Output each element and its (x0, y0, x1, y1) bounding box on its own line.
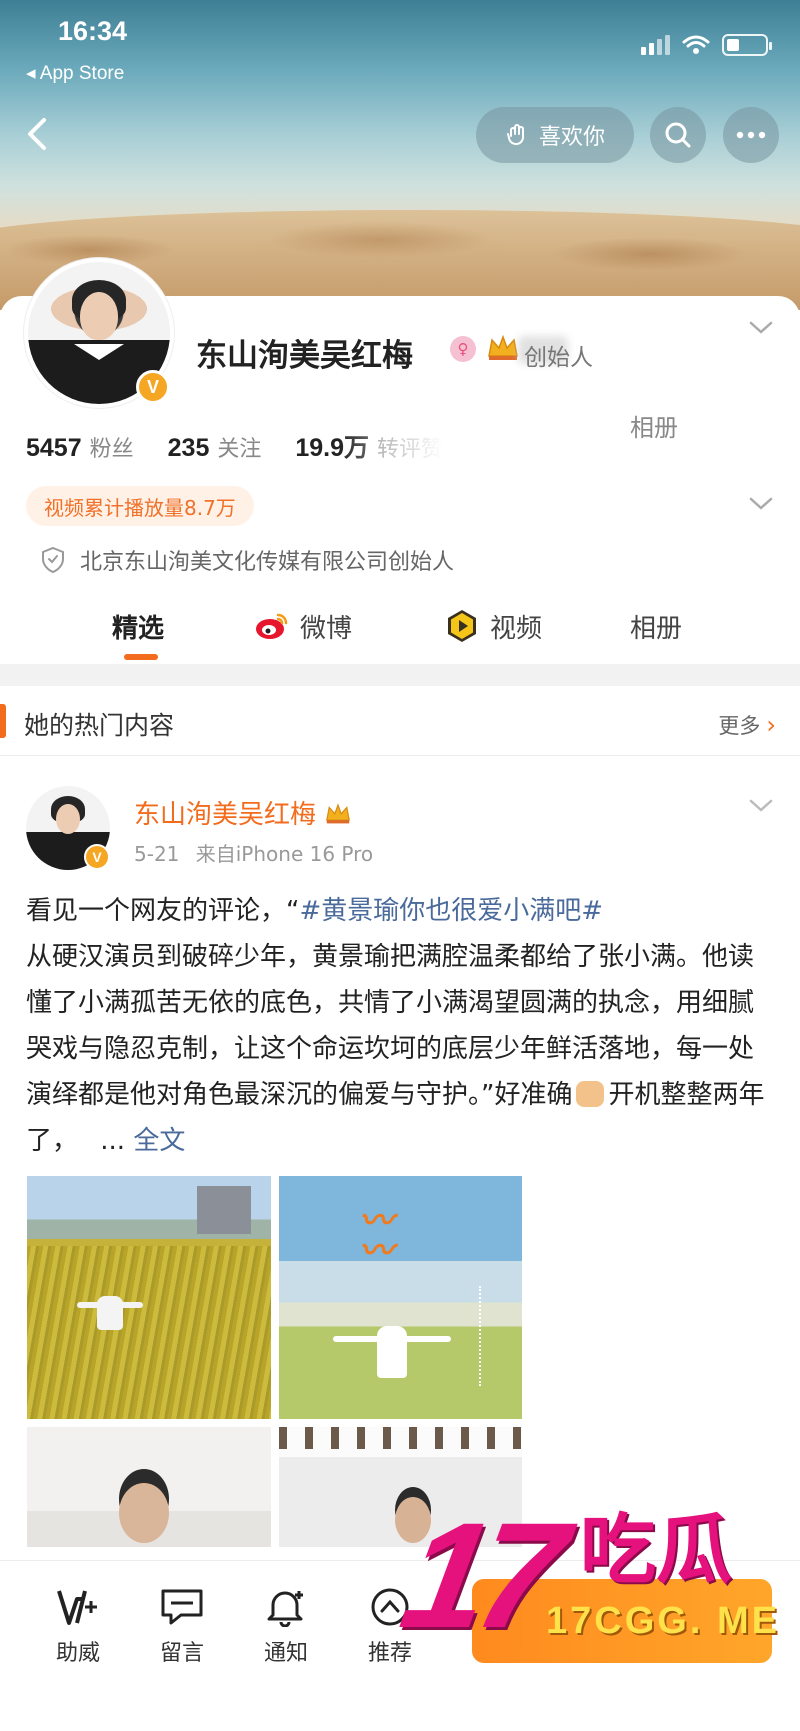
bottom-label: 通知 (263, 1641, 308, 1666)
tab-album[interactable]: 相册 (630, 596, 682, 656)
verified-badge-icon: V (136, 370, 170, 404)
post-text-intro: 看见一个网友的评论，“ (26, 896, 300, 926)
post-image-field[interactable] (27, 1176, 271, 1419)
notify-button[interactable]: 通知 (246, 1587, 326, 1667)
tab-featured[interactable]: 精选 (112, 596, 164, 656)
chevron-down-icon[interactable] (748, 494, 774, 514)
poster-calligraphy: 〰〰 (359, 1201, 393, 1271)
signal-icon (641, 35, 670, 55)
shield-icon (42, 546, 64, 574)
post-author-name: 东山洵美吴红梅 (134, 800, 317, 830)
bottom-label: 助威 (55, 1641, 100, 1666)
verification-row: 北京东山洵美文化传媒有限公司创始人 (40, 544, 454, 576)
wifi-icon (682, 35, 710, 54)
stat-interactions[interactable]: 19.9万 转评赞 (295, 428, 443, 464)
stat-following[interactable]: 235 关注 (168, 431, 262, 463)
profile-stats: 5457 粉丝 235 关注 19.9万 转评赞 (26, 428, 443, 464)
tab-label: 相册 (630, 613, 683, 644)
watermark-logo: 17 (391, 1491, 568, 1659)
stat-label: 粉丝 (89, 437, 134, 462)
more-link[interactable]: 更多 › (718, 710, 776, 740)
album-link[interactable]: 相册 (630, 408, 678, 443)
comment-icon (161, 1589, 203, 1625)
like-you-button[interactable]: 喜欢你 (476, 107, 634, 163)
crown-icon (326, 802, 350, 823)
bell-icon (267, 1591, 303, 1627)
post-source: 来自iPhone 16 Pro (195, 842, 374, 866)
video-plays-badge[interactable]: 视频累计播放量8.7万 (26, 486, 254, 526)
fist-emoji-icon (576, 1081, 605, 1107)
post-author[interactable]: 东山洵美吴红梅 (134, 794, 352, 831)
stat-label: 关注 (217, 437, 262, 462)
post-text: 看见一个网友的评论，“#黄景瑜你也很爱小满吧# 从硬汉演员到破碎少年，黄景瑜把满… (26, 888, 778, 1164)
weibo-icon (256, 613, 288, 639)
search-icon (665, 122, 691, 148)
status-back-app[interactable]: ◂ App Store (26, 62, 124, 85)
more-label: 更多 (718, 714, 761, 738)
tab-label: 视频 (490, 613, 543, 644)
status-back-label: App Store (39, 63, 125, 84)
chevron-down-icon[interactable] (748, 796, 774, 816)
tab-weibo[interactable]: 微博 (254, 596, 352, 656)
watermark-url: 17CGG. ME (546, 1600, 780, 1642)
chevron-left-icon (28, 118, 46, 150)
hand-heart-icon (506, 124, 524, 146)
stat-fans[interactable]: 5457 粉丝 (26, 431, 134, 463)
stat-value: 235 (167, 434, 210, 462)
post-image-poster[interactable]: 〰〰 (279, 1176, 522, 1419)
verification-text: 北京东山洵美文化传媒有限公司创始人 (80, 550, 455, 575)
tab-video[interactable]: 视频 (444, 596, 542, 656)
post-date: 5-21 (134, 842, 180, 866)
post-hashtag[interactable]: #黄景瑜你也很爱小满吧# (299, 896, 603, 926)
profile-name: 东山洵美吴红梅 (196, 338, 413, 374)
comment-button[interactable]: 留言 (142, 1587, 222, 1667)
post-ellipsis: ... (100, 1126, 126, 1156)
cheer-icon (57, 1590, 97, 1625)
status-bar: 16:34 ◂ App Store (0, 0, 800, 90)
stat-value: 19.9万 (295, 434, 370, 462)
tab-label: 精选 (112, 613, 165, 644)
full-text-link[interactable]: 全文 (133, 1126, 185, 1156)
watermark-text: 吃瓜 (580, 1505, 732, 1594)
stat-label: 转评赞 (377, 437, 444, 462)
status-time: 16:34 (58, 16, 128, 46)
active-tab-indicator (124, 654, 158, 660)
more-button[interactable] (723, 107, 779, 163)
verified-badge-icon: V (84, 844, 110, 870)
female-gender-icon: ♀ (450, 336, 476, 362)
hot-content-title: 她的热门内容 (24, 711, 175, 740)
post-meta: 5-21 来自iPhone 16 Pro (134, 838, 373, 867)
back-button[interactable] (18, 112, 58, 156)
section-divider (0, 664, 800, 686)
crown-icon[interactable] (486, 332, 520, 362)
search-button[interactable] (650, 107, 706, 163)
stat-value: 5457 (26, 434, 82, 462)
cheer-button[interactable]: 助威 (38, 1587, 118, 1667)
status-icons (641, 34, 772, 56)
section-accent-bar (0, 704, 6, 738)
post-image-room-1[interactable] (27, 1427, 271, 1547)
like-you-label: 喜欢你 (538, 125, 605, 150)
more-dots-icon (736, 131, 766, 139)
founder-tag: 创始人 (524, 345, 593, 371)
hot-content-header: 她的热门内容 更多 › (0, 686, 800, 756)
video-icon (448, 610, 476, 642)
chevron-right-icon: › (766, 711, 776, 739)
profile-tabs: 精选 微博 视频 相册 (0, 596, 800, 662)
tab-label: 微博 (300, 613, 353, 644)
chevron-down-icon[interactable] (748, 318, 774, 338)
bottom-label: 留言 (159, 1641, 204, 1666)
battery-icon (722, 34, 772, 56)
